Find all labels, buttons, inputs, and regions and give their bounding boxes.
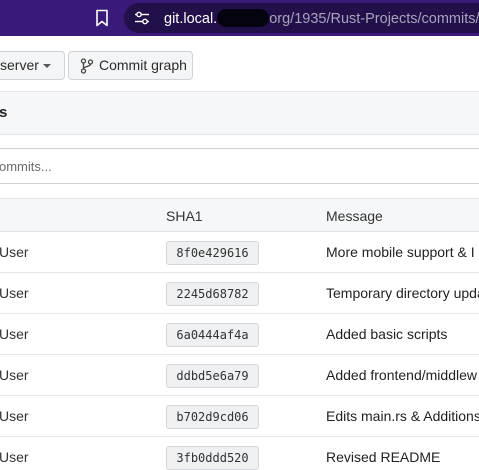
commit-author[interactable]: User: [0, 367, 29, 383]
commit-author[interactable]: User: [0, 244, 29, 260]
url-path: /1935/Rust-Projects/commits/b: [290, 11, 479, 27]
table-row: User ddbd5e6a79 Added frontend/middlew: [0, 355, 479, 396]
table-row: User 3fb0ddd520 Revised README: [0, 437, 479, 470]
commit-graph-button[interactable]: Commit graph: [68, 51, 193, 80]
url-tld: org: [269, 11, 291, 27]
commit-author[interactable]: User: [0, 408, 29, 424]
commit-author[interactable]: User: [0, 326, 29, 342]
commit-sha-button[interactable]: 6a0444af4a: [166, 323, 259, 347]
search-commits-input[interactable]: [0, 148, 479, 184]
site-info-icon[interactable]: [134, 10, 150, 26]
section-title: s: [0, 104, 8, 121]
url-text[interactable]: git.local. org/1935/Rust-Projects/commits…: [164, 9, 479, 28]
table-row: User 2245d68782 Temporary directory upda: [0, 273, 479, 314]
browser-toolbar: git.local. org/1935/Rust-Projects/commits…: [0, 0, 479, 36]
table-row: User 6a0444af4a Added basic scripts: [0, 314, 479, 355]
chevron-down-icon: [43, 64, 51, 68]
column-header-sha: SHA1: [166, 208, 203, 224]
table-row: User b702d9cd06 Edits main.rs & Addition…: [0, 396, 479, 437]
url-host: git.local.: [164, 11, 218, 27]
commit-message-link[interactable]: Added basic scripts: [326, 326, 447, 342]
bookmark-icon[interactable]: [94, 9, 110, 27]
redacted-region: [217, 9, 270, 27]
commit-sha-button[interactable]: 8f0e429616: [166, 241, 259, 265]
commit-author[interactable]: User: [0, 285, 29, 301]
table-row: User 8f0e429616 More mobile support & I: [0, 232, 479, 273]
section-header: s: [0, 91, 479, 135]
commit-message-link[interactable]: Temporary directory upda: [326, 285, 479, 301]
commit-sha-button[interactable]: b702d9cd06: [166, 405, 259, 429]
branch-dropdown-button[interactable]: server: [0, 51, 65, 80]
commit-message-link[interactable]: More mobile support & I: [326, 244, 475, 260]
git-branch-icon: [80, 58, 94, 74]
branch-label: server: [0, 57, 39, 73]
commit-graph-label: Commit graph: [99, 57, 187, 73]
commit-sha-button[interactable]: ddbd5e6a79: [166, 364, 259, 388]
column-header-message: Message: [326, 208, 383, 224]
commit-message-link[interactable]: Added frontend/middlew: [326, 367, 477, 383]
commit-sha-button[interactable]: 3fb0ddd520: [166, 446, 259, 470]
commit-message-link[interactable]: Revised README: [326, 449, 440, 465]
commit-sha-button[interactable]: 2245d68782: [166, 282, 259, 306]
commit-author[interactable]: User: [0, 449, 29, 465]
table-header: SHA1 Message: [0, 198, 479, 232]
commit-message-link[interactable]: Edits main.rs & Additions: [326, 408, 479, 424]
